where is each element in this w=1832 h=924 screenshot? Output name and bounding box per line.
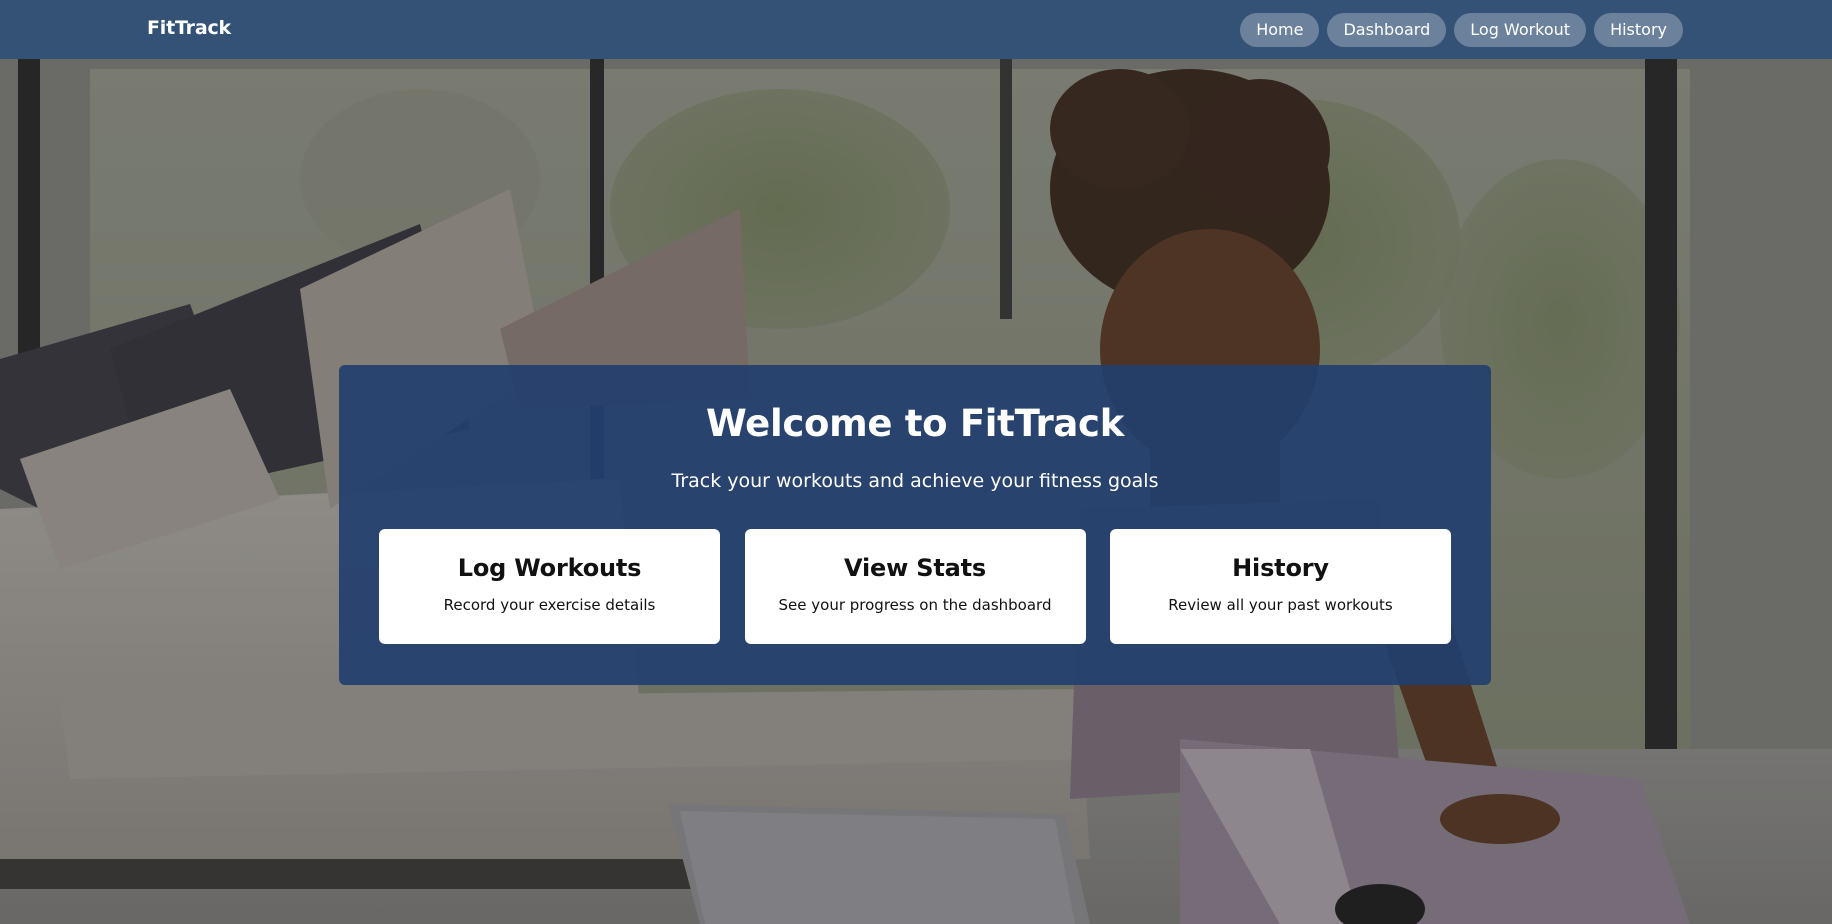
nav-link-log-workout[interactable]: Log Workout — [1454, 13, 1587, 47]
nav-link-home[interactable]: Home — [1240, 13, 1320, 47]
feature-cards: Log Workouts Record your exercise detail… — [379, 529, 1451, 644]
feature-card-description: Review all your past workouts — [1168, 596, 1393, 614]
top-navbar: FitTrack Home Dashboard Log Workout Hist… — [0, 0, 1832, 59]
welcome-title: Welcome to FitTrack — [705, 402, 1124, 445]
feature-card-view-stats[interactable]: View Stats See your progress on the dash… — [744, 529, 1086, 644]
nav-link-history[interactable]: History — [1594, 13, 1683, 47]
feature-card-title: Log Workouts — [457, 554, 642, 582]
feature-card-log-workouts[interactable]: Log Workouts Record your exercise detail… — [379, 529, 720, 644]
feature-card-title: History — [1232, 554, 1329, 582]
welcome-subtitle: Track your workouts and achieve your fit… — [671, 470, 1159, 492]
feature-card-description: See your progress on the dashboard — [778, 596, 1052, 614]
feature-card-history[interactable]: History Review all your past workouts — [1110, 529, 1451, 644]
feature-card-title: View Stats — [844, 554, 986, 582]
nav-link-dashboard[interactable]: Dashboard — [1327, 13, 1447, 47]
nav-links: Home Dashboard Log Workout History — [1240, 13, 1683, 47]
brand-logo[interactable]: FitTrack — [147, 17, 231, 39]
welcome-panel: Welcome to FitTrack Track your workouts … — [339, 365, 1491, 685]
feature-card-description: Record your exercise details — [443, 596, 656, 614]
